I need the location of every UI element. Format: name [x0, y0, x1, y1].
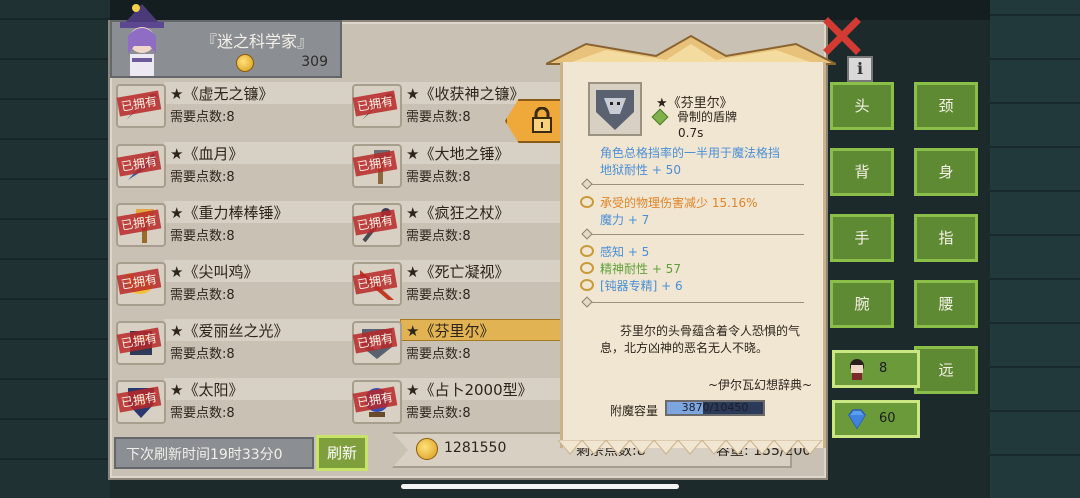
slot-head[interactable]: 头	[830, 82, 894, 130]
enchant-rune-icon	[580, 262, 594, 274]
item-cost: 需要点数:8	[170, 229, 235, 244]
lore-source: ~伊尔瓦幻想辞典~	[708, 378, 813, 392]
item-name: ★《重力棒棒锤》	[170, 204, 289, 222]
merchant-avatar	[120, 4, 164, 76]
item-name: ★《太阳》	[170, 381, 244, 399]
item-cost: 需要点数:8	[406, 170, 471, 185]
enchant-rune-icon	[580, 196, 594, 208]
enchant-capacity-value: 3870/10450	[681, 401, 749, 414]
lock-icon	[532, 107, 552, 133]
divider	[590, 184, 804, 185]
background-left	[0, 0, 110, 498]
item-name: ★《虚无之镰》	[170, 85, 274, 103]
star-icon	[132, 4, 140, 12]
slot-waist[interactable]: 腰	[914, 280, 978, 328]
item-lore: 芬里尔的头骨蕴含着令人恐惧的气息，北方凶神的恶名无人不晓。	[600, 324, 801, 355]
gem-count: 60	[879, 411, 896, 426]
enchant-capacity-label: 附魔容量	[610, 404, 659, 418]
slot-ranged[interactable]: 远	[914, 346, 978, 394]
item-cost: 需要点数:8	[170, 347, 235, 362]
stat-line: 精神耐性 + 57	[600, 262, 681, 276]
item-cost: 需要点数:8	[406, 347, 471, 362]
item-cost: 需要点数:8	[170, 110, 235, 125]
item-name: ★《爱丽丝之光》	[170, 322, 289, 340]
item-cost: 需要点数:8	[406, 229, 471, 244]
enchant-capacity-bar: 3870/10450	[665, 400, 765, 416]
coin-icon	[416, 438, 438, 460]
scroll-footer-ornament	[558, 440, 823, 455]
item-name: ★《血月》	[170, 145, 244, 163]
stat-line: 感知 + 5	[600, 245, 650, 259]
item-cost: 需要点数:8	[406, 110, 471, 125]
character-count: 8	[879, 361, 888, 376]
background-right	[990, 0, 1080, 498]
item-cost: 需要点数:8	[406, 288, 471, 303]
info-button[interactable]: i	[847, 56, 873, 82]
detail-item-icon	[588, 82, 642, 136]
slot-neck[interactable]: 颈	[914, 82, 978, 130]
detail-item-speed: 0.7s	[678, 126, 704, 140]
wolf-skull-shield-icon	[596, 90, 634, 130]
item-name: ★《芬里尔》	[406, 322, 495, 340]
slot-wrist[interactable]: 腕	[830, 280, 894, 328]
shop-name: 『迷之科学家』	[200, 32, 313, 51]
enchant-rune-icon	[580, 245, 594, 257]
divider	[590, 302, 804, 303]
item-name: ★《大地之锤》	[406, 145, 510, 163]
item-name: ★《收获神之镰》	[406, 85, 525, 103]
divider	[590, 234, 804, 235]
item-cost: 需要点数:8	[406, 406, 471, 421]
detail-item-type: 骨制的盾牌	[677, 110, 738, 124]
gem-icon	[848, 409, 866, 430]
slot-body[interactable]: 身	[914, 148, 978, 196]
home-indicator	[401, 484, 679, 489]
stat-line: 魔力 + 7	[600, 213, 650, 227]
stat-line: 角色总格挡率的一半用于魔法格挡	[600, 146, 781, 160]
item-name: ★《尖叫鸡》	[170, 263, 259, 281]
character-icon	[850, 359, 864, 380]
item-name: ★《占卜2000型》	[406, 381, 533, 399]
stat-line: [钝器专精] + 6	[600, 279, 683, 293]
item-name: ★《疯狂之杖》	[406, 204, 510, 222]
stat-line: 地狱耐性 + 50	[600, 163, 681, 177]
item-cost: 需要点数:8	[170, 170, 235, 185]
stat-line: 承受的物理伤害减少 15.16%	[600, 196, 758, 210]
enchant-rune-icon	[580, 279, 594, 291]
gem-count-button[interactable]: 60	[832, 400, 920, 438]
slot-hand[interactable]: 手	[830, 214, 894, 262]
shop-coins: 309	[301, 54, 328, 70]
item-cost: 需要点数:8	[170, 288, 235, 303]
slot-finger[interactable]: 指	[914, 214, 978, 262]
character-count-button[interactable]: 8	[832, 350, 920, 388]
coin-icon	[236, 54, 254, 72]
refresh-button[interactable]: 刷新	[316, 435, 368, 471]
slot-back[interactable]: 背	[830, 148, 894, 196]
item-cost: 需要点数:8	[170, 406, 235, 421]
refresh-timer: 下次刷新时间19时33分0	[126, 447, 283, 463]
gold-amount: 1281550	[444, 440, 507, 456]
item-name: ★《死亡凝视》	[406, 263, 510, 281]
